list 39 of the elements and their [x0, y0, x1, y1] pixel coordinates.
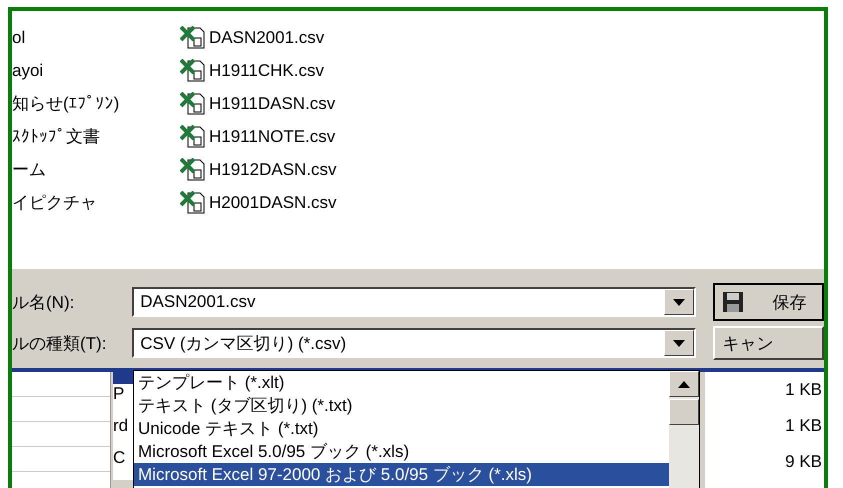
dropdown-button[interactable]: [664, 330, 694, 356]
field-label: ル名(N):: [12, 292, 76, 314]
folder-name[interactable]: ayoi: [12, 60, 44, 80]
cancel-button[interactable]: キャン: [712, 326, 824, 360]
file-name-field[interactable]: DASN2001.csv: [132, 287, 696, 317]
spreadsheet-file-icon: [180, 26, 206, 50]
file-name[interactable]: H1911DASN.csv: [209, 94, 336, 114]
save-button[interactable]: 保存: [712, 283, 824, 321]
spreadsheet-file-icon: [180, 58, 206, 82]
down-arrow-icon: [672, 340, 685, 346]
folder-name[interactable]: ol: [12, 28, 26, 48]
folder-name[interactable]: ーム: [12, 158, 46, 181]
file-name[interactable]: H1911NOTE.csv: [209, 126, 336, 146]
file-type-field[interactable]: CSV (カンマ区切り) (*.csv): [132, 328, 696, 358]
file-type-option[interactable]: Microsoft Excel 97-2000 および 5.0/95 ブック (*.xls): [134, 463, 669, 486]
file-size: 9 KB: [785, 452, 822, 473]
folder-name[interactable]: 知らせ(ｴﾌﾟｿﾝ): [12, 92, 120, 115]
file-name-fragment: C: [113, 448, 133, 480]
scroll-up-button[interactable]: [669, 371, 699, 397]
file-name[interactable]: DASN2001.csv: [209, 28, 324, 48]
up-arrow-icon: [678, 380, 690, 388]
spreadsheet-file-icon: [180, 92, 206, 116]
file-size: 1 KB: [785, 416, 822, 437]
file-name-fragment: P: [113, 384, 133, 416]
scrollbar[interactable]: [669, 371, 699, 488]
down-arrow-icon: [672, 298, 685, 306]
scroll-thumb[interactable]: [669, 399, 699, 425]
folder-name[interactable]: イピクチャ: [12, 191, 97, 214]
file-size: 1 KB: [785, 380, 822, 401]
file-name[interactable]: H1911CHK.csv: [209, 60, 324, 80]
file-name[interactable]: H1912DASN.csv: [209, 160, 337, 180]
spreadsheet-file-icon: [180, 190, 206, 214]
file-name-fragment: rd: [113, 416, 133, 448]
spreadsheet-file-icon: [180, 158, 206, 182]
dropdown-button[interactable]: [664, 289, 694, 315]
field-label: ルの種類(T):: [12, 332, 108, 354]
file-name[interactable]: H2001DASN.csv: [209, 192, 337, 212]
spreadsheet-file-icon: [180, 124, 206, 148]
folder-name[interactable]: ｽｸﾄｯﾌﾟ文書: [12, 125, 100, 148]
